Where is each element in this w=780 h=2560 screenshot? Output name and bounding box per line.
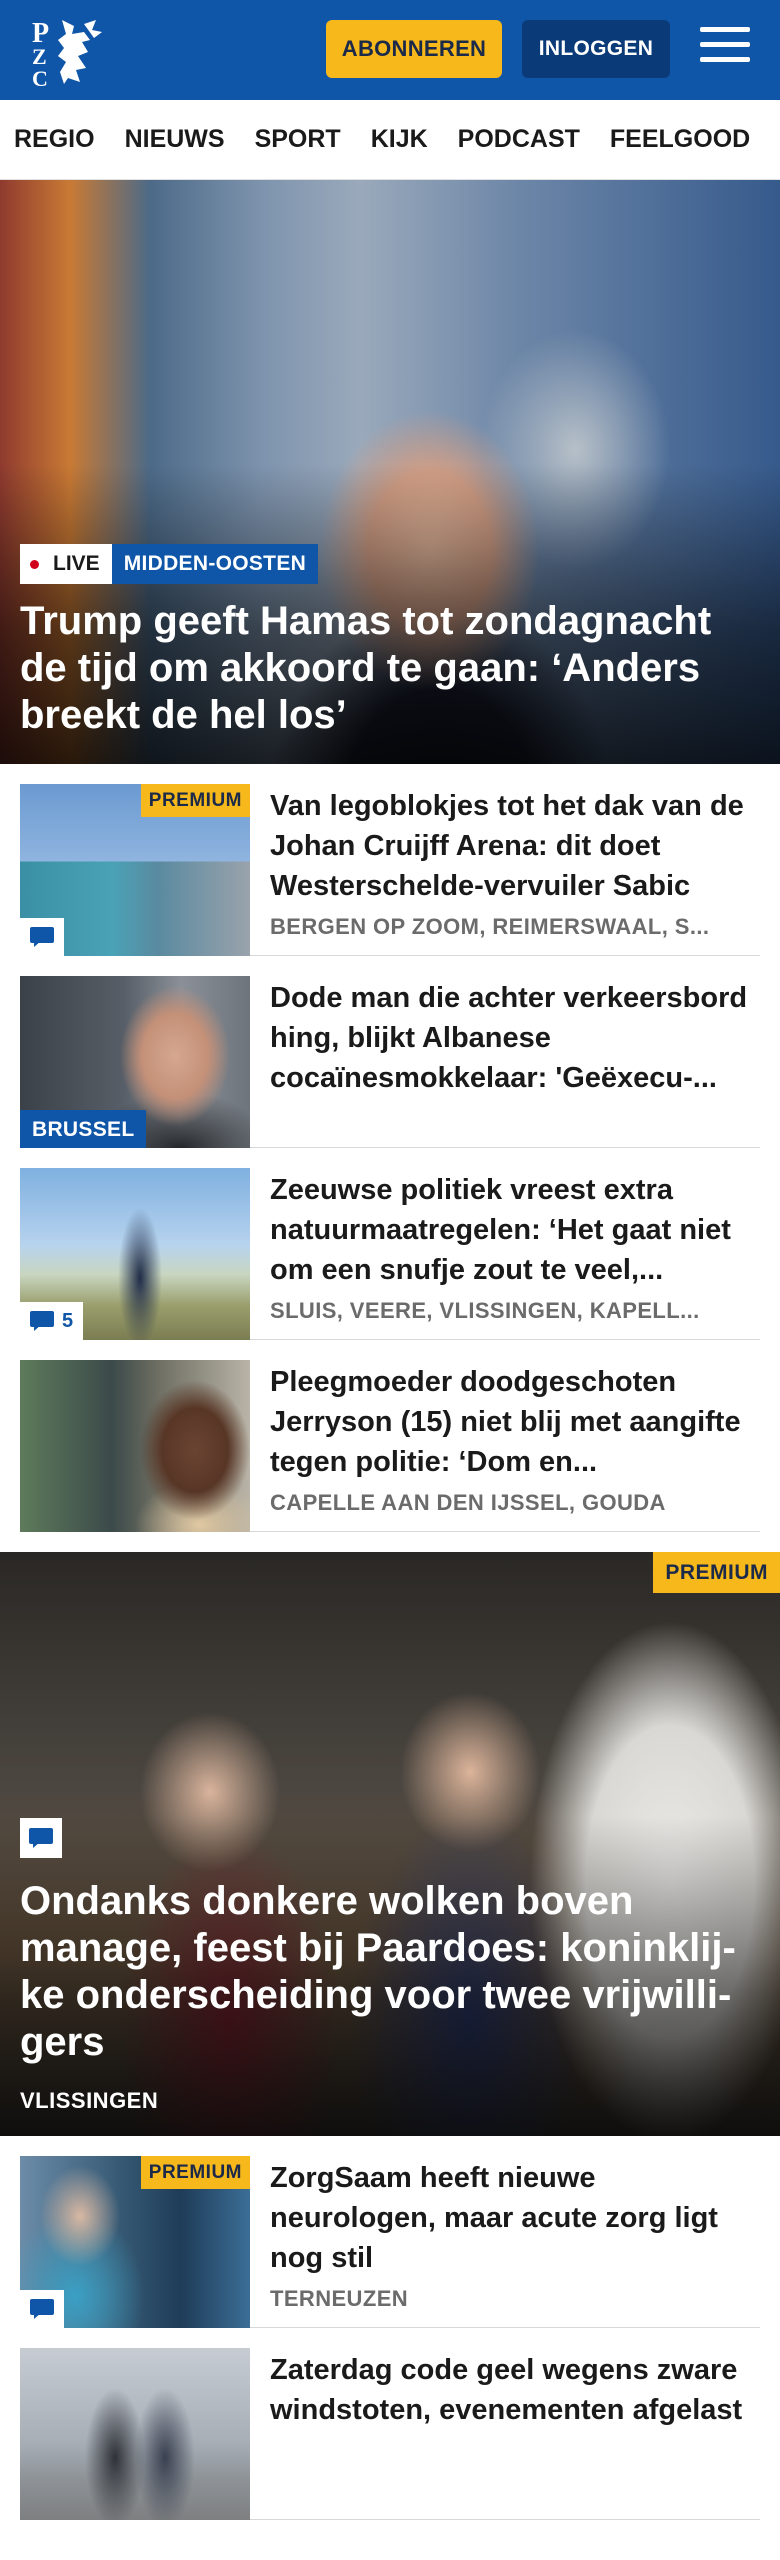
nav-item-regio[interactable]: REGIO <box>14 125 95 154</box>
comments-badge <box>20 1818 62 1858</box>
comment-icon <box>30 927 54 947</box>
feature-location: VLISSINGEN <box>20 2088 159 2113</box>
comments-badge <box>20 918 64 956</box>
article-thumbnail: PREMIUM <box>20 2156 250 2328</box>
article-thumbnail: PREMIUM <box>20 784 250 956</box>
list-item[interactable]: Pleegmoeder doodgeschoten Jerryson (15) … <box>20 1340 760 1532</box>
article-thumbnail: 5 <box>20 1168 250 1340</box>
comment-icon <box>30 2299 54 2319</box>
subscribe-button[interactable]: ABONNEREN <box>326 20 502 78</box>
premium-badge: PREMIUM <box>653 1552 780 1593</box>
live-label: LIVE <box>53 552 100 575</box>
section-nav: REGIO NIEUWS SPORT KIJK PODCAST FEELGOOD <box>0 100 780 180</box>
pzc-logo-icon: P Z C <box>32 18 102 88</box>
comments-badge: 5 <box>20 1302 84 1340</box>
article-title[interactable]: Dode man die achter verkeers­bord hing, … <box>270 978 760 1098</box>
site-header: P Z C ABONNEREN INLOGGEN <box>0 0 780 100</box>
nav-item-kijk[interactable]: KIJK <box>371 125 428 154</box>
login-button[interactable]: INLOGGEN <box>522 20 670 78</box>
article-list-2: PREMIUM ZorgSaam heeft nieuwe neurologen… <box>0 2136 780 2520</box>
comment-icon <box>29 1828 53 1848</box>
comment-icon <box>30 1311 54 1331</box>
article-thumbnail: BRUSSEL <box>20 976 250 1148</box>
list-item[interactable]: PREMIUM Van legoblokjes tot het dak van … <box>20 764 760 956</box>
hamburger-menu-icon[interactable] <box>700 27 750 71</box>
comment-count: 5 <box>62 1309 74 1332</box>
article-title[interactable]: Zaterdag code geel wegens zware windstot… <box>270 2350 760 2430</box>
article-list: PREMIUM Van legoblokjes tot het dak van … <box>0 764 780 1532</box>
hero-badges: LIVE MIDDEN-OOSTEN <box>20 544 319 584</box>
article-location: TERNEUZEN <box>270 2286 409 2311</box>
hero-title[interactable]: Trump geeft Hamas tot zondagnacht de tij… <box>20 598 752 739</box>
article-title[interactable]: Zeeuwse politiek vreest extra natuurmaat… <box>270 1170 760 1290</box>
feature-article[interactable]: PREMIUM Ondanks donkere wolken boven man… <box>0 1552 780 2136</box>
section-badge: BRUSSEL <box>20 1110 147 1148</box>
article-thumbnail <box>20 1360 250 1532</box>
article-title[interactable]: ZorgSaam heeft nieuwe neurologen, maar a… <box>270 2158 760 2278</box>
comments-badge <box>20 2290 64 2328</box>
svg-text:C: C <box>32 66 48 88</box>
nav-item-podcast[interactable]: PODCAST <box>458 125 580 154</box>
premium-badge: PREMIUM <box>140 2156 250 2189</box>
list-item[interactable]: Zaterdag code geel wegens zware windstot… <box>20 2328 760 2520</box>
live-badge: LIVE <box>20 544 112 584</box>
nav-item-nieuws[interactable]: NIEUWS <box>125 125 225 154</box>
hero-article[interactable]: LIVE MIDDEN-OOSTEN Trump geeft Hamas tot… <box>0 180 780 764</box>
article-location: CAPELLE AAN DEN IJSSEL, GOUDA <box>270 1490 666 1515</box>
section-badge[interactable]: MIDDEN-OOSTEN <box>111 544 319 584</box>
list-item[interactable]: BRUSSEL Dode man die achter verkeers­bor… <box>20 956 760 1148</box>
article-thumbnail <box>20 2348 250 2520</box>
live-dot-icon <box>30 559 39 569</box>
article-title[interactable]: Van legoblokjes tot het dak van de Johan… <box>270 786 760 906</box>
article-title[interactable]: Pleegmoeder doodgeschoten Jerryson (15) … <box>270 1362 760 1482</box>
feature-title[interactable]: Ondanks donkere wolken boven manage, fee… <box>20 1878 752 2066</box>
nav-item-feelgood[interactable]: FEELGOOD <box>610 125 750 154</box>
article-location: BERGEN OP ZOOM, REIMERSWAAL, S... <box>270 914 710 939</box>
list-item[interactable]: 5 Zeeuwse politiek vreest extra natuurma… <box>20 1148 760 1340</box>
article-location: SLUIS, VEERE, VLISSINGEN, KAPELL... <box>270 1298 700 1323</box>
premium-badge: PREMIUM <box>140 784 250 817</box>
nav-item-sport[interactable]: SPORT <box>255 125 341 154</box>
pzc-logo[interactable]: P Z C <box>28 12 108 88</box>
list-item[interactable]: PREMIUM ZorgSaam heeft nieuwe neurologen… <box>20 2136 760 2328</box>
